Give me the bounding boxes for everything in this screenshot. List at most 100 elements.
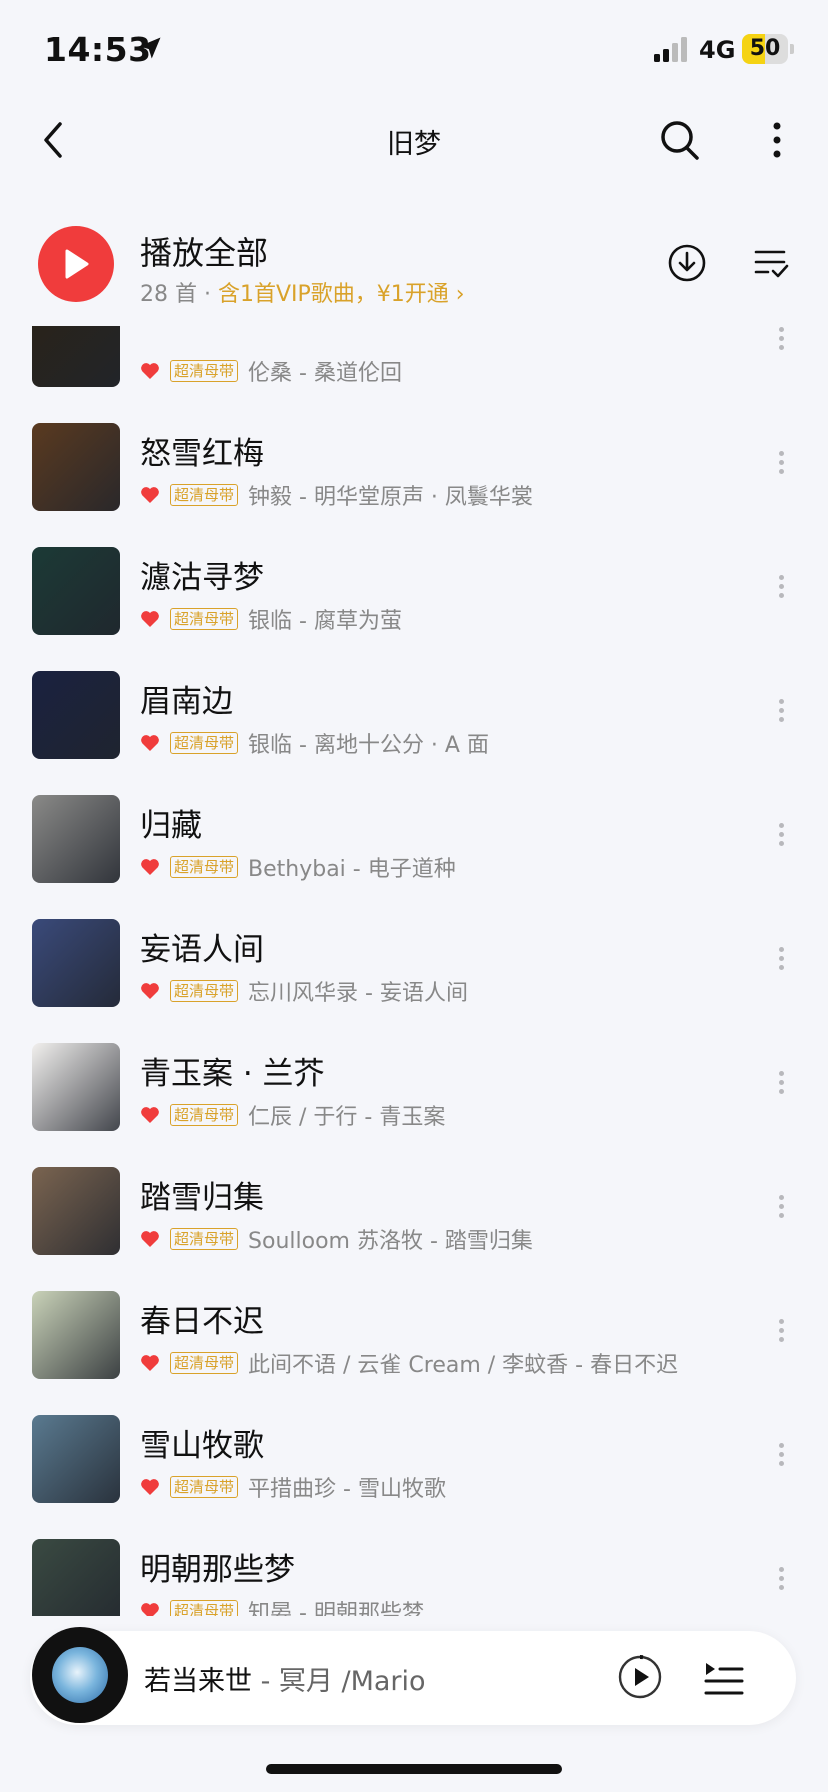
heart-icon[interactable] [140,858,160,876]
player-album-disc[interactable] [32,1627,128,1723]
song-artist-album: Soulloom 苏洛牧 - 踏雪归集 [248,1229,533,1254]
multi-select-icon[interactable] [752,244,790,282]
song-more-icon[interactable] [770,1439,792,1479]
song-artist-album: 此间不语 / 云雀 Cream / 李蚊香 - 春日不迟 [248,1353,679,1378]
play-all-label[interactable]: 播放全部 [140,228,268,274]
song-artist-album: 银临 - 离地十公分 · A 面 [248,733,489,758]
song-more-icon[interactable] [770,943,792,983]
song-more-icon[interactable] [770,326,792,363]
song-artist-album: 忘川风华录 - 妄语人间 [248,981,468,1006]
song-row[interactable]: 濾沽寻梦 超清母带 银临 - 腐草为萤 [0,528,828,652]
song-row[interactable]: 雪山牧歌 超清母带 平措曲珍 - 雪山牧歌 [0,1396,828,1520]
song-more-icon[interactable] [770,1191,792,1231]
album-cover [32,1539,120,1616]
quality-badge: 超清母带 [170,360,239,382]
home-indicator [266,1764,562,1774]
download-icon[interactable] [666,242,708,284]
song-row[interactable]: 明朝那些梦 超清母带 知晏 - 明朝那些梦 [0,1520,828,1616]
song-more-icon[interactable] [770,1315,792,1355]
album-cover [32,423,120,511]
page-title: 旧梦 [387,129,441,160]
song-more-icon[interactable] [770,695,792,735]
song-row[interactable]: 怒雪红梅 超清母带 钟毅 - 明华堂原声 · 凤鬟华裳 [0,404,828,528]
song-list-viewport[interactable]: 超清母带 伦桑 - 桑道伦回 怒雪红梅 超清母带 钟毅 - 明华堂原声 · 凤鬟… [0,326,828,1616]
heart-icon[interactable] [140,734,160,752]
song-artist-album: 知晏 - 明朝那些梦 [248,1601,424,1616]
play-all-subtitle: 28 首 · 含1首VIP歌曲，¥1开通 › [140,276,465,308]
song-meta: 超清母带 知晏 - 明朝那些梦 [140,1597,424,1616]
heart-icon[interactable] [140,982,160,1000]
song-title: 归藏 [140,808,202,844]
quality-badge: 超清母带 [170,1476,239,1498]
album-art [52,1647,108,1703]
quality-badge: 超清母带 [170,732,239,754]
song-meta: 超清母带 银临 - 离地十公分 · A 面 [140,729,489,758]
album-cover [32,795,120,883]
song-artist-album: 钟毅 - 明华堂原声 · 凤鬟华裳 [248,485,533,510]
song-meta: 超清母带 Soulloom 苏洛牧 - 踏雪归集 [140,1225,533,1254]
song-title: 明朝那些梦 [140,1552,295,1588]
heart-icon[interactable] [140,486,160,504]
song-row[interactable]: 踏雪归集 超清母带 Soulloom 苏洛牧 - 踏雪归集 [0,1148,828,1272]
song-meta: 超清母带 钟毅 - 明华堂原声 · 凤鬟华裳 [140,481,533,510]
song-more-icon[interactable] [770,1563,792,1603]
song-more-icon[interactable] [770,447,792,487]
mini-player[interactable]: 若当来世 - 冥月 /Mario [30,1627,796,1725]
song-row[interactable]: 归藏 超清母带 Bethybai - 电子道种 [0,776,828,900]
song-title: 青玉案 · 兰芥 [140,1056,325,1092]
song-meta: 超清母带 仁辰 / 于行 - 青玉案 [140,1101,446,1130]
song-meta: 超清母带 忘川风华录 - 妄语人间 [140,977,468,1006]
subtitle-separator: · [197,282,218,307]
song-meta: 超清母带 此间不语 / 云雀 Cream / 李蚊香 - 春日不迟 [140,1349,679,1378]
song-row[interactable]: 青玉案 · 兰芥 超清母带 仁辰 / 于行 - 青玉案 [0,1024,828,1148]
song-meta: 超清母带 Bethybai - 电子道种 [140,853,456,882]
network-type: 4G [699,36,736,64]
song-title: 踏雪归集 [140,1180,264,1216]
heart-icon[interactable] [140,1602,160,1616]
quality-badge: 超清母带 [170,980,239,1002]
song-more-icon[interactable] [770,571,792,611]
song-list: 超清母带 伦桑 - 桑道伦回 怒雪红梅 超清母带 钟毅 - 明华堂原声 · 凤鬟… [0,326,828,1616]
more-vertical-icon[interactable] [762,118,792,162]
song-row[interactable]: 眉南边 超清母带 银临 - 离地十公分 · A 面 [0,652,828,776]
album-cover [32,1167,120,1255]
song-artist-album: 仁辰 / 于行 - 青玉案 [248,1105,446,1130]
song-count: 28 首 [140,282,197,307]
song-artist-album: 平措曲珍 - 雪山牧歌 [248,1477,446,1502]
queue-icon[interactable] [702,1657,746,1701]
song-artist-album: 银临 - 腐草为萤 [248,609,402,634]
song-row[interactable]: 春日不迟 超清母带 此间不语 / 云雀 Cream / 李蚊香 - 春日不迟 [0,1272,828,1396]
heart-icon[interactable] [140,610,160,628]
song-title: 眉南边 [140,684,233,720]
album-cover [32,326,120,387]
player-track-info[interactable]: 若当来世 - 冥月 /Mario [144,1659,426,1698]
quality-badge: 超清母带 [170,856,239,878]
play-all-bar: 播放全部 28 首 · 含1首VIP歌曲，¥1开通 › [0,216,828,316]
heart-icon[interactable] [140,362,160,380]
play-icon [65,249,89,279]
quality-badge: 超清母带 [170,608,239,630]
search-icon[interactable] [658,118,702,162]
quality-badge: 超清母带 [170,1352,239,1374]
quality-badge: 超清母带 [170,1600,239,1616]
album-cover [32,1043,120,1131]
chevron-left-icon[interactable] [38,118,68,162]
song-meta: 超清母带 平措曲珍 - 雪山牧歌 [140,1473,446,1502]
song-title: 濾沽寻梦 [140,560,264,596]
album-cover [32,919,120,1007]
play-all-button[interactable] [38,226,114,302]
song-more-icon[interactable] [770,1067,792,1107]
song-row[interactable]: 妄语人间 超清母带 忘川风华录 - 妄语人间 [0,900,828,1024]
play-circle-icon[interactable] [616,1653,664,1701]
heart-icon[interactable] [140,1478,160,1496]
vip-upgrade-link[interactable]: 含1首VIP歌曲，¥1开通 › [218,282,465,307]
quality-badge: 超清母带 [170,1228,239,1250]
battery-icon: 50 [742,34,794,64]
album-cover [32,547,120,635]
song-more-icon[interactable] [770,819,792,859]
heart-icon[interactable] [140,1230,160,1248]
heart-icon[interactable] [140,1354,160,1372]
quality-badge: 超清母带 [170,484,239,506]
song-row[interactable]: 超清母带 伦桑 - 桑道伦回 [0,326,828,404]
heart-icon[interactable] [140,1106,160,1124]
